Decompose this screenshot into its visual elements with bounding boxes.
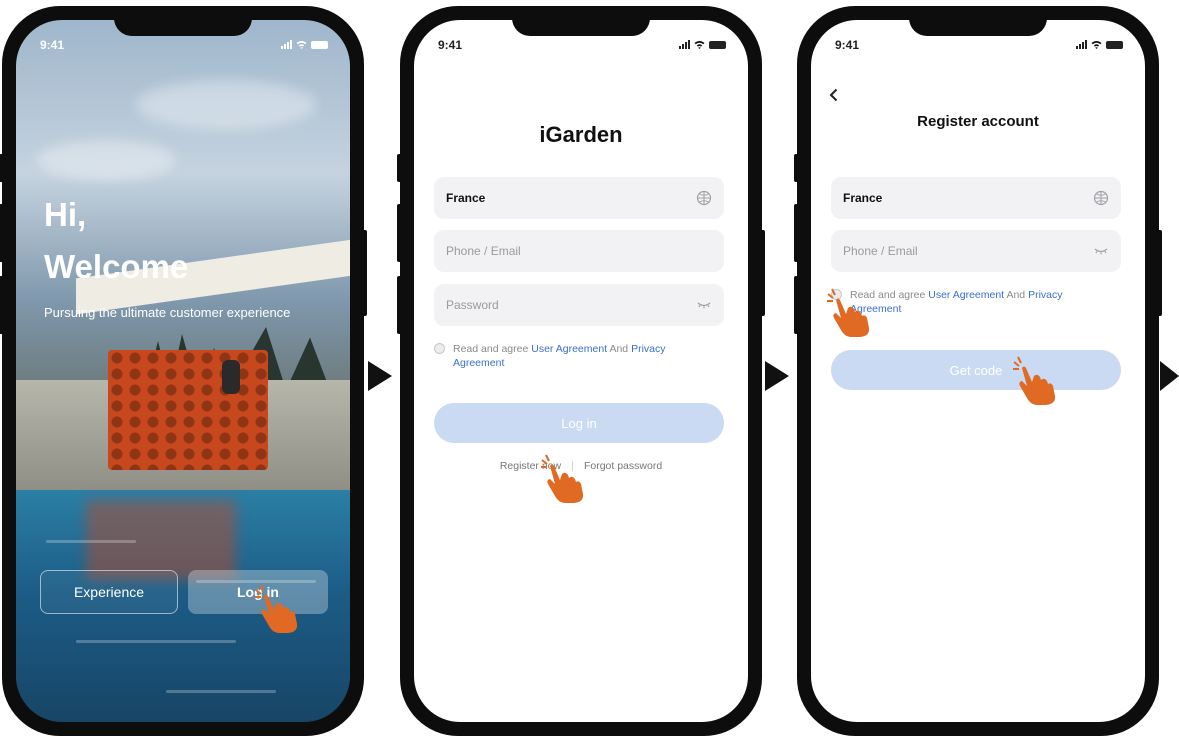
chevron-left-icon[interactable] xyxy=(829,88,839,102)
signal-icon xyxy=(1076,40,1087,49)
status-bar: 9:41 xyxy=(438,38,726,54)
globe-icon xyxy=(1093,190,1109,206)
battery-icon xyxy=(311,40,328,49)
wifi-icon xyxy=(694,41,705,49)
phone-register: 9:41 Register account France Phone / Ema… xyxy=(794,6,1162,736)
phone-welcome: 9:41 Hi, Welcome Pursuing the ultimate c… xyxy=(0,6,367,736)
tap-hand-icon xyxy=(541,454,584,503)
greeting-welcome: Welcome xyxy=(44,248,189,285)
phone-email-input[interactable]: Phone / Email xyxy=(831,230,1121,272)
tap-hand-icon xyxy=(1013,356,1056,405)
volume-up-button xyxy=(0,204,4,262)
agreement-and: And xyxy=(1006,289,1026,301)
get-code-button[interactable]: Get code xyxy=(831,350,1121,390)
notch xyxy=(512,6,650,36)
flow-arrow-icon xyxy=(368,361,392,391)
phone-email-placeholder: Phone / Email xyxy=(446,244,521,258)
volume-up-button xyxy=(397,204,402,262)
flow-arrow-icon xyxy=(765,361,789,391)
privacy-link-part2[interactable]: Agreement xyxy=(453,357,504,369)
status-bar: 9:41 xyxy=(40,38,328,54)
signal-icon xyxy=(679,40,690,49)
password-input[interactable]: Password xyxy=(434,284,724,326)
phone-email-placeholder: Phone / Email xyxy=(843,244,918,258)
phone-email-input[interactable]: Phone / Email xyxy=(434,230,724,272)
notch xyxy=(909,6,1047,36)
volume-up-button xyxy=(794,204,799,262)
power-button xyxy=(1157,230,1162,316)
country-select[interactable]: France xyxy=(831,177,1121,219)
country-value: France xyxy=(843,191,883,205)
greeting-hi: Hi, xyxy=(44,196,87,233)
power-button xyxy=(760,230,765,316)
welcome-tagline: Pursuing the ultimate customer experienc… xyxy=(44,305,291,320)
mute-switch xyxy=(397,154,402,182)
status-bar: 9:41 xyxy=(835,38,1123,54)
sky-cloud xyxy=(36,140,176,180)
privacy-link-part1[interactable]: Privacy xyxy=(1028,289,1062,301)
country-value: France xyxy=(446,191,486,205)
login-screen: 9:41 iGarden France Phone / Email Passwo… xyxy=(414,20,748,722)
heat-pump-display xyxy=(222,360,240,394)
wifi-icon xyxy=(1091,41,1102,49)
globe-icon xyxy=(696,190,712,206)
wifi-icon xyxy=(296,41,307,49)
agreement-radio[interactable] xyxy=(434,343,445,354)
tap-hand-icon xyxy=(255,584,298,633)
login-button[interactable]: Log in xyxy=(434,403,724,443)
power-button xyxy=(362,230,367,316)
password-placeholder: Password xyxy=(446,298,499,312)
experience-button[interactable]: Experience xyxy=(40,570,178,614)
agreement-and: And xyxy=(609,343,629,355)
mute-switch xyxy=(794,154,799,182)
volume-down-button xyxy=(0,276,4,334)
agreement-checkbox-row[interactable]: Read and agree User Agreement And Privac… xyxy=(831,288,1121,316)
page-title: Register account xyxy=(917,113,1039,130)
status-time: 9:41 xyxy=(40,38,65,52)
privacy-link-part1[interactable]: Privacy xyxy=(631,343,665,355)
water-ripple xyxy=(76,640,236,643)
eye-closed-icon[interactable] xyxy=(696,297,712,313)
volume-down-button xyxy=(397,276,402,334)
battery-icon xyxy=(1106,40,1123,49)
user-agreement-link[interactable]: User Agreement xyxy=(531,343,607,355)
country-select[interactable]: France xyxy=(434,177,724,219)
register-screen: 9:41 Register account France Phone / Ema… xyxy=(811,20,1145,722)
water-ripple xyxy=(46,540,136,543)
signal-icon xyxy=(281,40,292,49)
forgot-password-link[interactable]: Forgot password xyxy=(584,460,662,472)
agreement-prefix: Read and agree xyxy=(453,343,529,355)
agreement-checkbox-row[interactable]: Read and agree User Agreement And Privac… xyxy=(434,342,724,370)
app-title: iGarden xyxy=(539,122,623,147)
status-time: 9:41 xyxy=(835,38,860,52)
eye-closed-icon[interactable] xyxy=(1093,243,1109,259)
battery-icon xyxy=(709,40,726,49)
phone-login: 9:41 iGarden France Phone / Email Passwo… xyxy=(397,6,765,736)
volume-down-button xyxy=(794,276,799,334)
user-agreement-link[interactable]: User Agreement xyxy=(928,289,1004,301)
notch xyxy=(114,6,252,36)
sky-cloud xyxy=(136,80,316,130)
mute-switch xyxy=(0,154,4,182)
status-time: 9:41 xyxy=(438,38,463,52)
flow-arrow-icon xyxy=(1160,361,1179,391)
water-ripple xyxy=(166,690,276,693)
tap-hand-icon xyxy=(827,288,870,337)
heat-pump-unit xyxy=(108,350,268,470)
